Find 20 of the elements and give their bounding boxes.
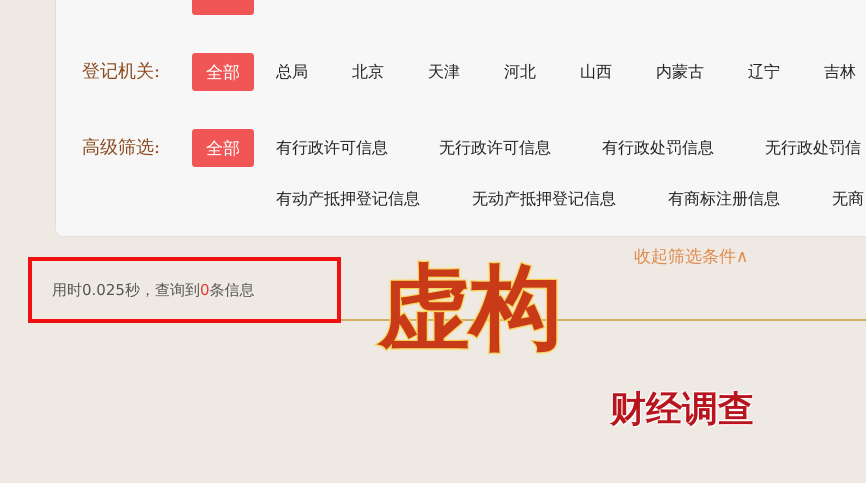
filter-option[interactable]: 有行政处罚信息: [602, 138, 714, 158]
filter-label: 登记机关:: [82, 60, 162, 84]
filter-option[interactable]: 内蒙古: [656, 62, 704, 82]
filter-option[interactable]: 北京: [352, 62, 384, 82]
result-summary: 用时0.025秒，查询到0条信息: [52, 280, 254, 300]
filter-option[interactable]: 有商标注册信息: [668, 188, 780, 210]
filter-option[interactable]: 无动产抵押登记信息: [472, 188, 616, 210]
filter-option[interactable]: 天津: [428, 62, 460, 82]
filter-label: 高级筛选:: [82, 136, 162, 160]
filter-option[interactable]: 无商: [832, 188, 864, 210]
filter-option[interactable]: 河北: [504, 62, 536, 82]
filter-option[interactable]: 无行政处罚信: [765, 138, 861, 158]
filter-option[interactable]: 有动产抵押登记信息: [276, 188, 420, 210]
filter-option[interactable]: 吉林: [824, 62, 856, 82]
program-tag: 财经调查: [604, 388, 760, 432]
filter-option[interactable]: 山西: [580, 62, 612, 82]
filter-option[interactable]: 总局: [276, 62, 308, 82]
filter-option[interactable]: 辽宁: [748, 62, 780, 82]
filter-option[interactable]: 无行政许可信息: [439, 138, 551, 158]
filter-option[interactable]: 有行政许可信息: [276, 138, 388, 158]
